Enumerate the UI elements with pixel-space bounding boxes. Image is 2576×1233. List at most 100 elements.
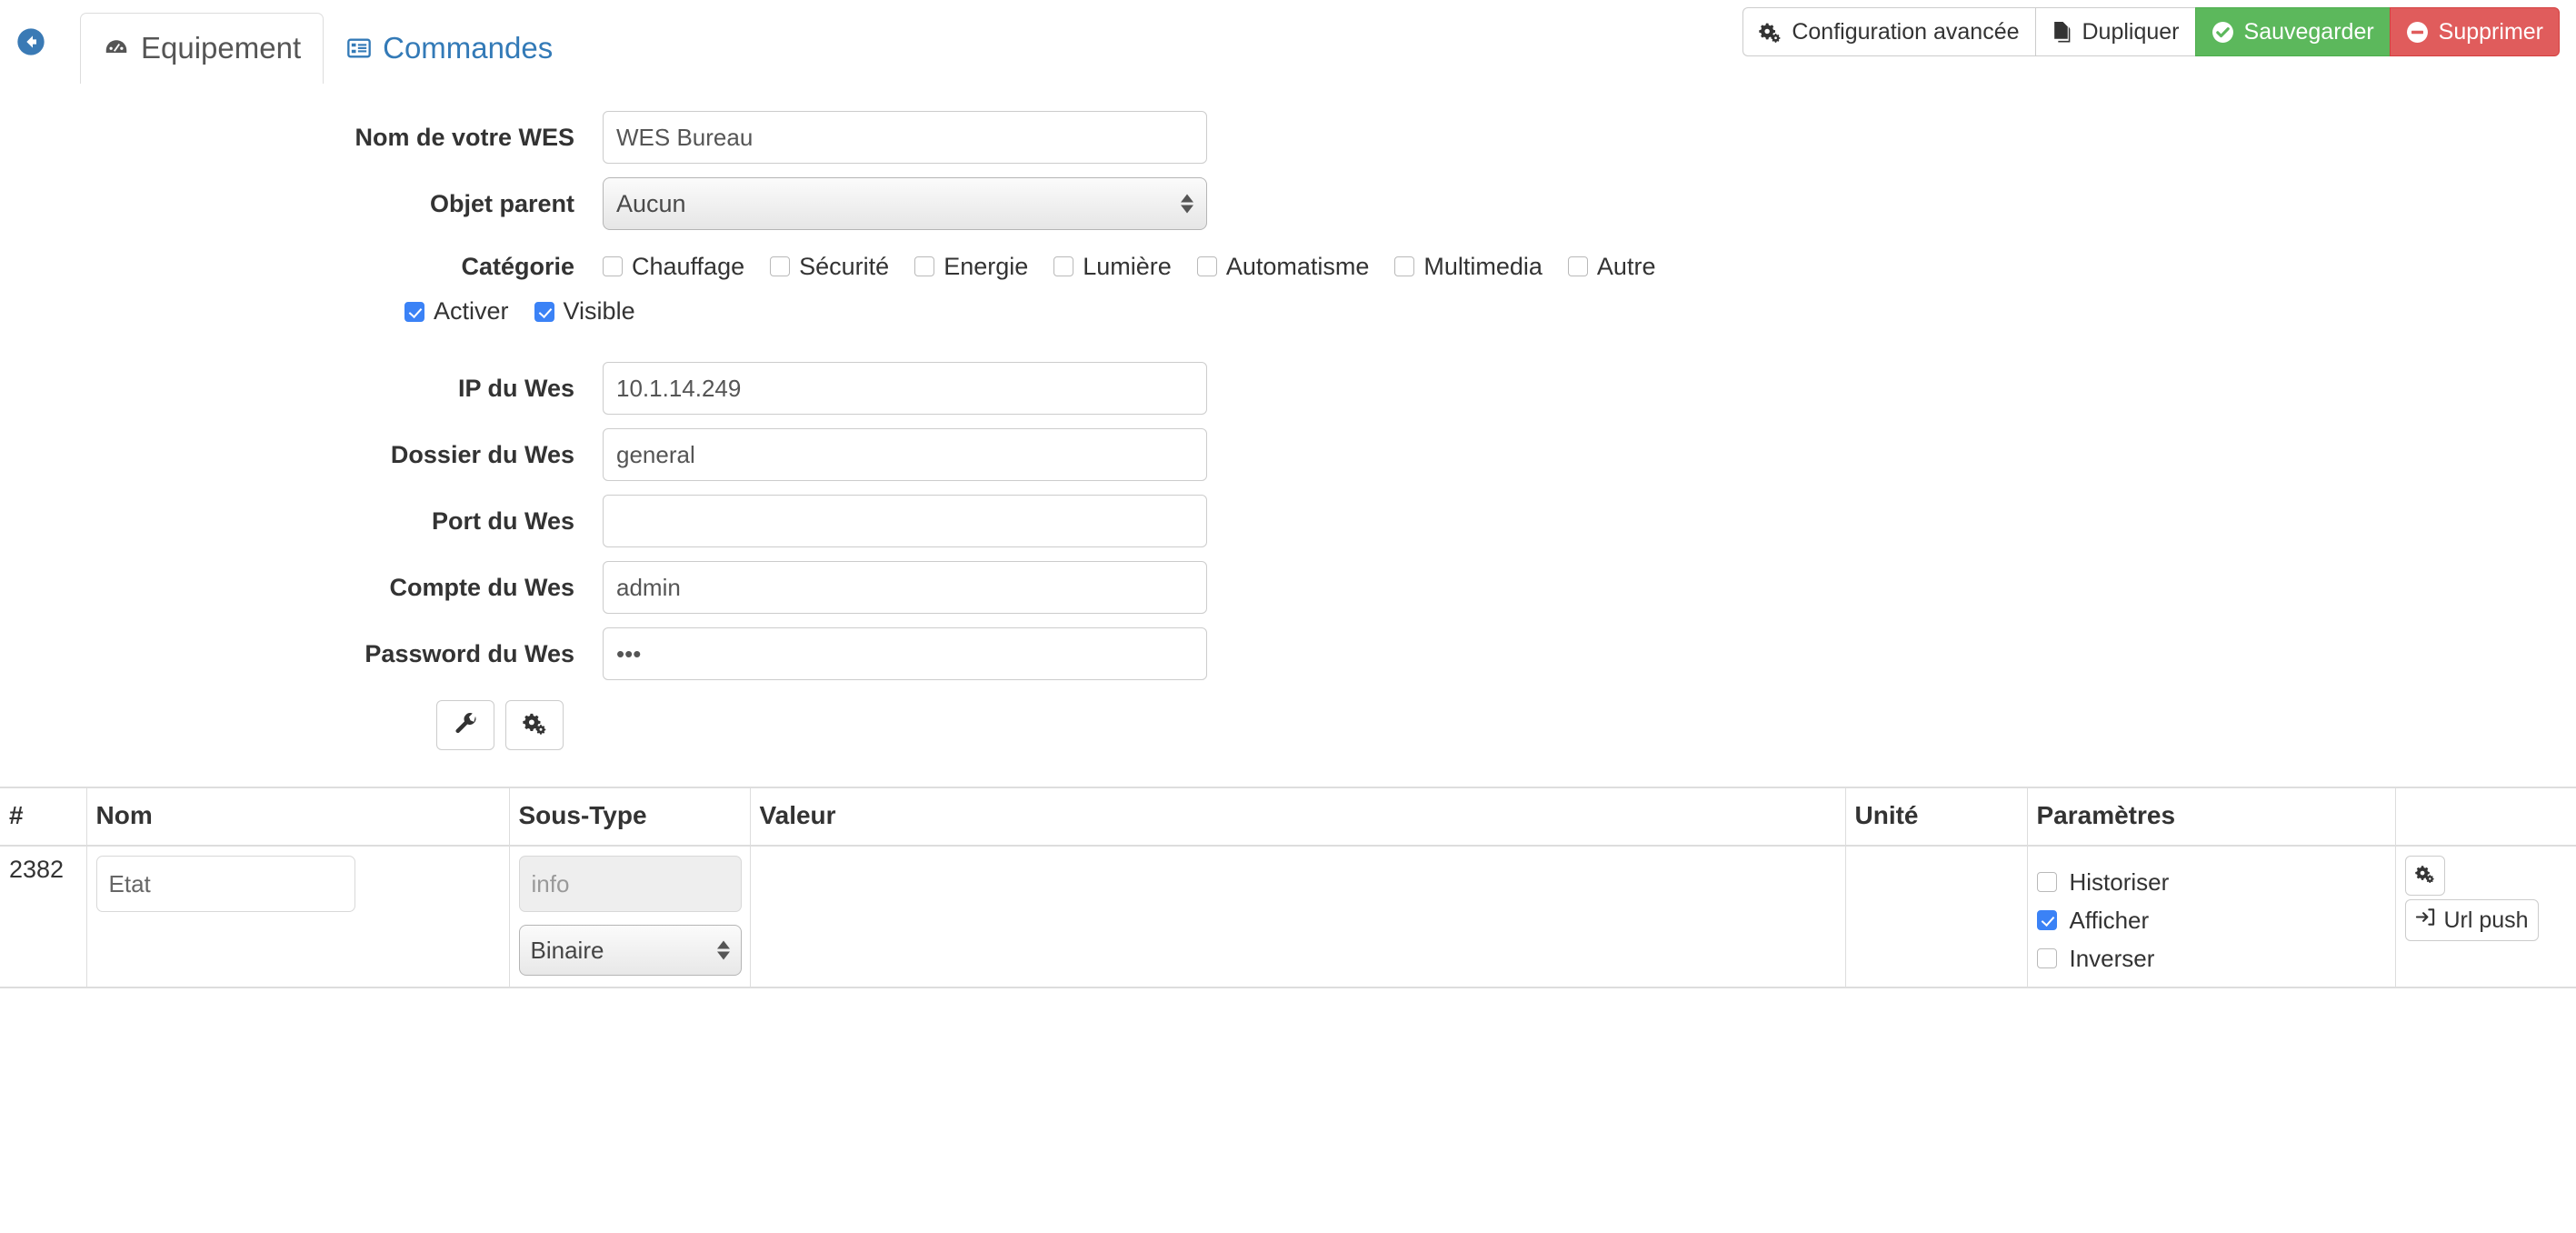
toolbar: Configuration avancée Dupliquer Sauvegar… — [1742, 7, 2560, 56]
header-id: # — [0, 787, 86, 847]
advanced-config-label: Configuration avancée — [1792, 19, 2020, 45]
chevron-updown-icon — [716, 940, 730, 960]
password-label: Password du Wes — [364, 640, 574, 667]
table-header-row: # Nom Sous-Type Valeur Unité Paramètres — [0, 787, 2576, 847]
gears-icon — [522, 711, 547, 740]
category-label-text: Autre — [1596, 253, 1656, 280]
tab-label: Commandes — [383, 30, 554, 65]
gears-icon — [2414, 862, 2435, 890]
dashboard-icon — [103, 35, 130, 62]
list-alt-icon — [346, 35, 372, 61]
advanced-config-button[interactable]: Configuration avancée — [1742, 7, 2035, 56]
header-nom: Nom — [85, 787, 509, 847]
visible-checkbox[interactable] — [534, 301, 554, 322]
ip-label: IP du Wes — [457, 375, 574, 402]
save-button[interactable]: Sauvegarder — [2194, 7, 2390, 56]
category-securite[interactable]: Sécurité — [770, 252, 889, 281]
tab-commandes[interactable]: Commandes — [324, 13, 575, 84]
sign-in-icon — [2415, 907, 2436, 934]
category-label-text: Chauffage — [632, 253, 745, 280]
param-inverser[interactable]: Inverser — [2036, 939, 2386, 977]
toggle-visible[interactable]: Visible — [534, 297, 635, 326]
command-subtype-select[interactable]: Binaire — [518, 925, 742, 976]
afficher-checkbox[interactable] — [2036, 910, 2057, 930]
password-input[interactable] — [603, 627, 1207, 680]
save-label: Sauvegarder — [2243, 19, 2374, 45]
check-circle-icon — [2212, 21, 2234, 44]
back-circle-icon[interactable] — [16, 27, 45, 56]
name-input[interactable] — [603, 111, 1207, 164]
param-historiser[interactable]: Historiser — [2036, 863, 2386, 901]
field-row-account: Compte du Wes — [0, 561, 2576, 614]
parent-select[interactable]: Aucun — [603, 177, 1207, 230]
url-push-label: Url push — [2443, 907, 2529, 933]
category-lumiere[interactable]: Lumière — [1053, 252, 1172, 281]
category-chauffage[interactable]: Chauffage — [603, 252, 744, 281]
category-automatisme[interactable]: Automatisme — [1196, 252, 1370, 281]
gears-button[interactable] — [505, 700, 564, 750]
field-row-parent: Objet parent Aucun — [0, 177, 2576, 230]
port-label: Port du Wes — [431, 507, 574, 535]
afficher-label: Afficher — [2069, 907, 2150, 934]
header-actions — [2394, 787, 2576, 847]
field-row-port: Port du Wes — [0, 495, 2576, 547]
category-multimedia-checkbox[interactable] — [1394, 256, 1415, 276]
toggle-activer[interactable]: Activer — [404, 297, 509, 326]
chevron-updown-icon — [1181, 194, 1193, 214]
category-energie-checkbox[interactable] — [914, 256, 935, 276]
parent-label: Objet parent — [429, 190, 574, 217]
param-afficher[interactable]: Afficher — [2036, 901, 2386, 939]
category-label-text: Multimedia — [1423, 253, 1543, 280]
category-label-text: Lumière — [1083, 253, 1172, 280]
port-input[interactable] — [603, 495, 1207, 547]
field-row-password: Password du Wes — [0, 627, 2576, 680]
ip-input[interactable] — [603, 362, 1207, 415]
tab-bar: Equipement Commandes — [80, 13, 575, 84]
header-parametres: Paramètres — [2026, 787, 2395, 847]
category-automatisme-checkbox[interactable] — [1196, 256, 1217, 276]
cell-id: 2382 — [0, 846, 86, 988]
parameter-list: Historiser Afficher Inverser — [2036, 856, 2386, 977]
historiser-checkbox[interactable] — [2036, 872, 2057, 892]
delete-label: Supprimer — [2438, 19, 2543, 45]
name-label: Nom de votre WES — [354, 124, 574, 151]
category-options: Chauffage Sécurité Energie Lumière Autom… — [603, 252, 1681, 281]
category-label-text: Automatisme — [1225, 253, 1370, 280]
duplicate-label: Dupliquer — [2082, 19, 2180, 45]
command-config-button[interactable] — [2404, 856, 2445, 896]
category-securite-checkbox[interactable] — [770, 256, 791, 276]
cell-valeur — [749, 846, 1845, 988]
category-autre-checkbox[interactable] — [1567, 256, 1588, 276]
header-soustype: Sous-Type — [508, 787, 750, 847]
toggle-row: Activer Visible — [404, 297, 2576, 326]
url-push-button[interactable]: Url push — [2404, 899, 2539, 941]
command-name-input[interactable] — [95, 856, 355, 912]
top-bar: Equipement Commandes Configuration avanc… — [0, 0, 2576, 84]
folder-input[interactable] — [603, 428, 1207, 481]
category-energie[interactable]: Energie — [914, 252, 1028, 281]
category-chauffage-checkbox[interactable] — [603, 256, 623, 276]
inverser-checkbox[interactable] — [2036, 948, 2057, 968]
category-multimedia[interactable]: Multimedia — [1394, 252, 1543, 281]
delete-button[interactable]: Supprimer — [2389, 7, 2560, 56]
header-valeur: Valeur — [749, 787, 1845, 847]
tab-equipement[interactable]: Equipement — [80, 13, 324, 84]
cell-unite — [1844, 846, 2027, 988]
account-label: Compte du Wes — [389, 574, 574, 601]
category-autre[interactable]: Autre — [1567, 252, 1656, 281]
commands-table-wrapper: # Nom Sous-Type Valeur Unité Paramètres … — [0, 787, 2576, 988]
category-label: Catégorie — [461, 253, 574, 280]
form-action-buttons — [436, 700, 2576, 750]
inverser-label: Inverser — [2069, 945, 2155, 972]
header-unite: Unité — [1844, 787, 2027, 847]
wrench-button[interactable] — [436, 700, 494, 750]
copy-icon — [2052, 21, 2072, 44]
category-lumiere-checkbox[interactable] — [1053, 256, 1074, 276]
account-input[interactable] — [603, 561, 1207, 614]
cell-parametres: Historiser Afficher Inverser — [2026, 846, 2395, 988]
command-subtype-value: Binaire — [530, 936, 604, 964]
cell-soustype: Binaire — [508, 846, 750, 988]
commands-table: # Nom Sous-Type Valeur Unité Paramètres … — [0, 787, 2576, 988]
activer-checkbox[interactable] — [404, 301, 424, 322]
duplicate-button[interactable]: Dupliquer — [2034, 7, 2195, 56]
